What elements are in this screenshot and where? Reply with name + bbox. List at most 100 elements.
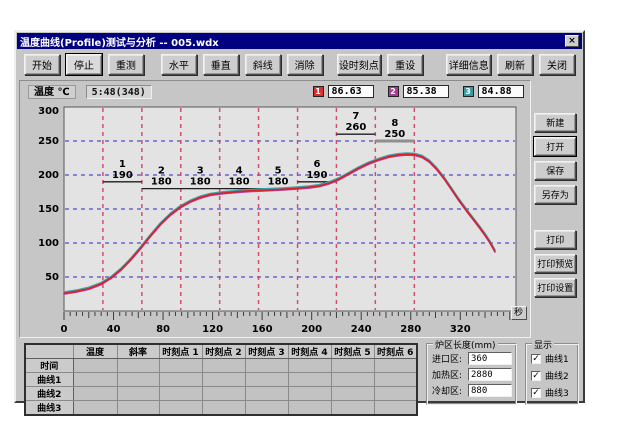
zone-number-label: 8 <box>391 118 398 129</box>
zone-setpoint-label: 180 <box>268 177 289 188</box>
heating-zone-field-label: 加热区: <box>432 368 468 381</box>
table-cell <box>374 401 417 416</box>
erase-button[interactable]: 消除 <box>287 54 323 75</box>
table-cell <box>374 373 417 387</box>
zone-number-label: 1 <box>119 159 126 170</box>
show-curve-2-checkbox[interactable]: ✓ <box>531 371 541 381</box>
show-curve-1-checkbox[interactable]: ✓ <box>531 354 541 364</box>
slant-line-button[interactable]: 斜线 <box>245 54 281 75</box>
table-cell <box>331 387 374 401</box>
cooling-zone-field-label: 冷却区: <box>432 384 468 397</box>
cooling-zone-field[interactable] <box>468 384 512 397</box>
x-tick-label: 200 <box>301 324 322 335</box>
zone-number-label: 3 <box>197 166 204 177</box>
temperature-unit-label: 温度 ℃ <box>28 85 76 99</box>
y-tick-label: 150 <box>38 204 59 215</box>
table-row-label: 曲线2 <box>25 387 73 401</box>
app-window: 温度曲线(Profile)测试与分析 -- 005.wdx × 开始 停止 重测… <box>14 30 585 403</box>
table-row-label: 曲线3 <box>25 401 73 416</box>
open-button[interactable]: 打开 <box>534 137 576 156</box>
details-button[interactable]: 详细信息 <box>446 54 491 75</box>
table-row-label: 时间 <box>25 359 73 373</box>
profile-chart[interactable]: 5010015020025030004080120160200240280320… <box>22 101 533 337</box>
zone-number-label: 6 <box>314 159 321 170</box>
save-button[interactable]: 保存 <box>534 161 576 180</box>
current-temp-value: 84.88 <box>478 85 524 98</box>
zone-number-label: 5 <box>275 166 282 177</box>
zone-setpoint-label: 180 <box>190 177 211 188</box>
table-cell <box>117 359 159 373</box>
horizontal-line-button[interactable]: 水平 <box>161 54 197 75</box>
table-cell <box>73 401 117 416</box>
legend-item: 186.63 <box>313 85 374 98</box>
entry-zone-field[interactable] <box>468 352 512 365</box>
show-curve-2-label: 曲线2 <box>545 369 569 382</box>
table-corner-cell <box>25 344 73 359</box>
table-header-cell: 时刻点 4 <box>288 344 331 359</box>
zone-setpoint-label: 180 <box>229 177 250 188</box>
oven-zone-legend: 炉区长度(mm) <box>433 338 498 351</box>
table-cell <box>73 359 117 373</box>
retest-button[interactable]: 重测 <box>108 54 144 75</box>
legend-readouts: 186.63285.38384.88 <box>313 85 524 98</box>
table-cell <box>202 373 245 387</box>
chart-panel: 温度 ℃ 5:48(348) 186.63285.38384.88 501001… <box>19 80 531 338</box>
seconds-unit-label: 秒 <box>511 306 527 320</box>
main-area: 温度 ℃ 5:48(348) 186.63285.38384.88 501001… <box>16 80 583 338</box>
table-cell <box>374 387 417 401</box>
heating-zone-field[interactable] <box>468 368 512 381</box>
table-cell <box>288 359 331 373</box>
zone-number-label: 2 <box>158 166 165 177</box>
print-setup-button[interactable]: 打印设置 <box>534 278 576 297</box>
close-icon[interactable]: × <box>565 35 579 47</box>
table-cell <box>73 373 117 387</box>
print-button[interactable]: 打印 <box>534 230 576 249</box>
new-button[interactable]: 新建 <box>534 113 576 132</box>
vertical-line-button[interactable]: 垂直 <box>203 54 239 75</box>
title-bar[interactable]: 温度曲线(Profile)测试与分析 -- 005.wdx × <box>17 33 582 49</box>
table-cell <box>245 373 288 387</box>
close-button[interactable]: 关闭 <box>539 54 575 75</box>
toolbar: 开始 停止 重测 水平 垂直 斜线 消除 设时刻点 重设 详细信息 刷新 关闭 <box>16 50 583 80</box>
save-as-button[interactable]: 另存为 <box>534 185 576 204</box>
table-header-cell: 斜率 <box>117 344 159 359</box>
table-header-cell: 时刻点 6 <box>374 344 417 359</box>
table-cell <box>331 373 374 387</box>
x-tick-label: 0 <box>61 324 68 335</box>
table-cell <box>288 373 331 387</box>
table-cell <box>288 401 331 416</box>
y-tick-label: 250 <box>38 136 59 147</box>
x-tick-label: 240 <box>351 324 372 335</box>
oven-zone-panel: 炉区长度(mm) 进口区:加热区:冷却区: <box>426 343 517 405</box>
reset-button[interactable]: 重设 <box>387 54 423 75</box>
y-tick-label: 300 <box>38 106 59 117</box>
table-cell <box>73 387 117 401</box>
stop-button[interactable]: 停止 <box>66 54 102 75</box>
table-cell <box>245 359 288 373</box>
x-tick-label: 320 <box>450 324 471 335</box>
table-cell <box>202 359 245 373</box>
display-panel: 显示 ✓曲线1✓曲线2✓曲线3 <box>525 343 579 405</box>
table-cell <box>202 401 245 416</box>
table-cell <box>288 387 331 401</box>
start-button[interactable]: 开始 <box>24 54 60 75</box>
x-tick-label: 120 <box>202 324 223 335</box>
x-tick-label: 40 <box>107 324 121 335</box>
table-header-cell: 时刻点 3 <box>245 344 288 359</box>
print-preview-button[interactable]: 打印预览 <box>534 254 576 273</box>
table-header-cell: 时刻点 2 <box>202 344 245 359</box>
set-timepoints-button[interactable]: 设时刻点 <box>337 54 382 75</box>
curve-color-icon: 3 <box>463 86 474 97</box>
current-temp-value: 85.38 <box>403 85 449 98</box>
table-header-cell: 温度 <box>73 344 117 359</box>
show-curve-3-checkbox[interactable]: ✓ <box>531 388 541 398</box>
table-cell <box>117 373 159 387</box>
table-cell <box>331 401 374 416</box>
table-cell <box>374 359 417 373</box>
table-cell <box>331 359 374 373</box>
show-curve-1-label: 曲线1 <box>545 352 569 365</box>
table-cell <box>117 387 159 401</box>
table-header-cell: 时刻点 5 <box>331 344 374 359</box>
refresh-button[interactable]: 刷新 <box>497 54 533 75</box>
zone-number-label: 7 <box>352 111 359 122</box>
